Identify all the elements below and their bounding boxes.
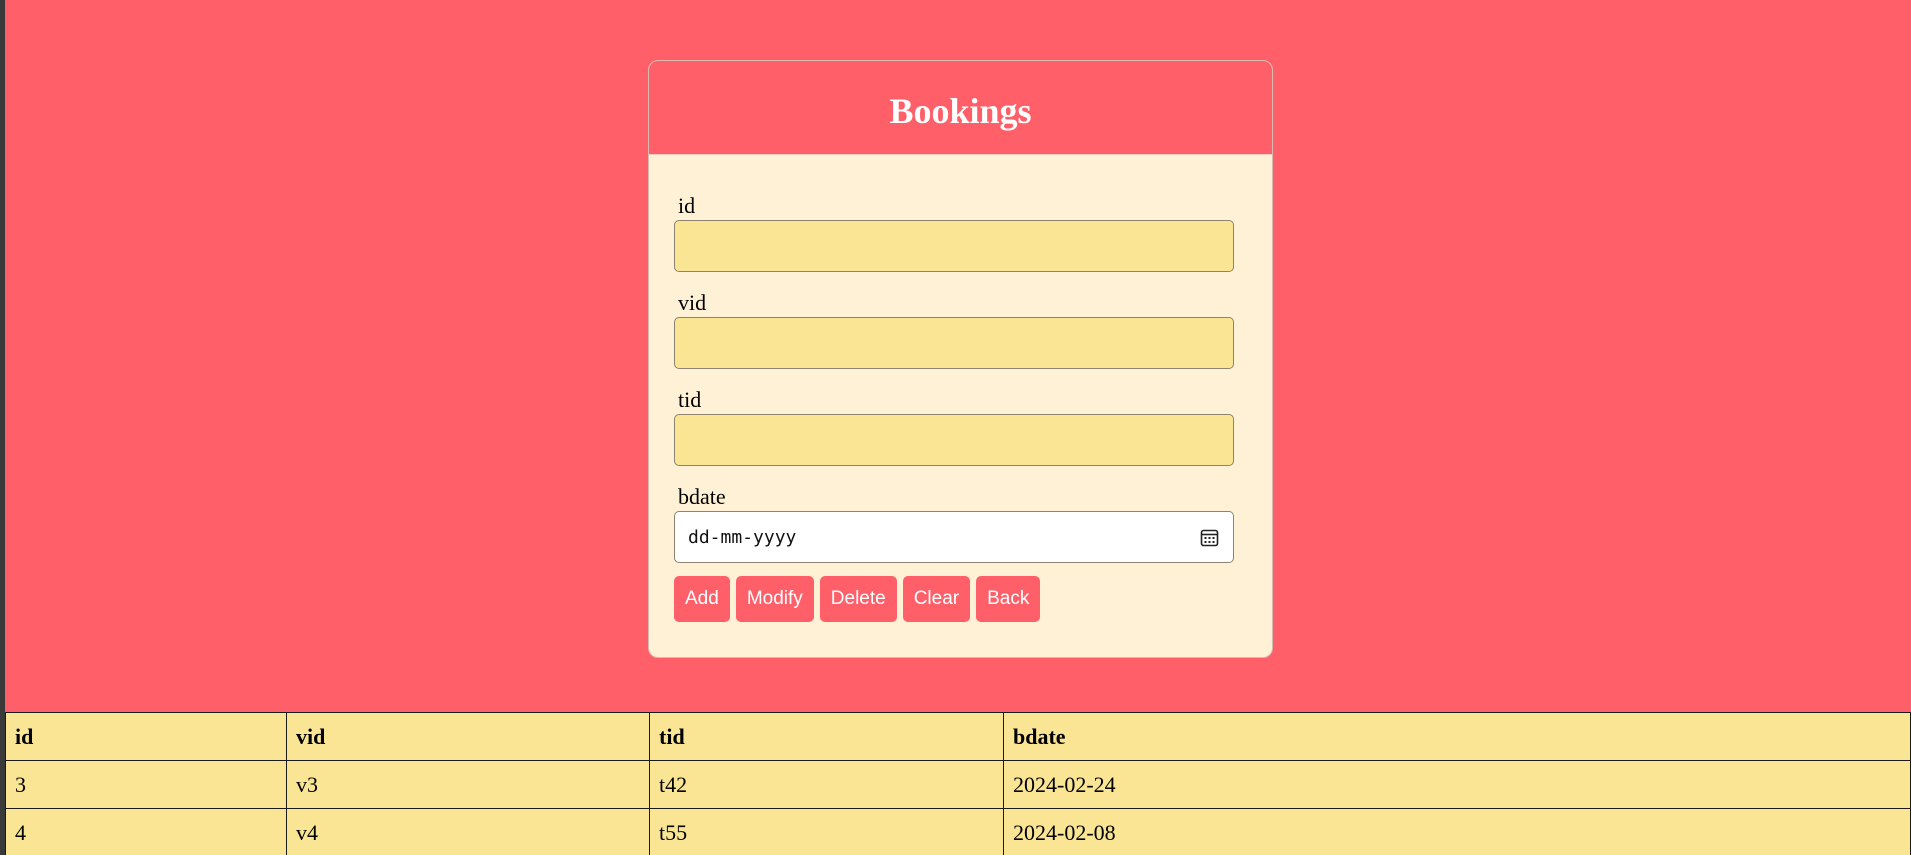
cell-bdate: 2024-02-24 [1003,760,1911,809]
bdate-placeholder: dd-mm-yyyy [688,526,797,548]
bookings-table: id vid tid bdate 3 v3 t42 2024-02-24 4 v… [5,712,1911,855]
column-header-vid: vid [286,712,650,761]
tid-label: tid [678,387,702,412]
column-header-bdate: bdate [1003,712,1911,761]
calendar-icon[interactable] [1200,528,1219,547]
bdate-label: bdate [678,484,726,509]
delete-button[interactable]: Delete [819,576,897,622]
form-actions: Add Modify Delete Clear Back [674,576,1248,622]
vid-input[interactable] [674,317,1234,369]
table-row[interactable]: 4 v4 t55 2024-02-08 [5,808,1911,855]
cell-id: 3 [5,760,287,809]
tid-input[interactable] [674,414,1234,466]
bookings-form-card: Bookings id vid tid bdate dd-mm-yyyy Add… [648,60,1273,658]
id-label: id [678,193,696,218]
cell-tid: t55 [649,808,1004,855]
clear-button[interactable]: Clear [902,576,971,622]
vid-label: vid [678,290,707,315]
cell-vid: v4 [286,808,650,855]
table-header-row: id vid tid bdate [5,712,1911,761]
id-input[interactable] [674,220,1234,272]
cell-id: 4 [5,808,287,855]
cell-tid: t42 [649,760,1004,809]
column-header-tid: tid [649,712,1004,761]
page-title: Bookings [889,90,1032,131]
column-header-id: id [5,712,287,761]
form-header: Bookings [649,61,1272,155]
add-button[interactable]: Add [674,576,730,622]
cell-bdate: 2024-02-08 [1003,808,1911,855]
bdate-input[interactable]: dd-mm-yyyy [674,511,1234,563]
table-row[interactable]: 3 v3 t42 2024-02-24 [5,760,1911,809]
cell-vid: v3 [286,760,650,809]
form-body: id vid tid bdate dd-mm-yyyy Add Modify D… [649,155,1272,622]
modify-button[interactable]: Modify [735,576,814,622]
back-button[interactable]: Back [976,576,1041,622]
